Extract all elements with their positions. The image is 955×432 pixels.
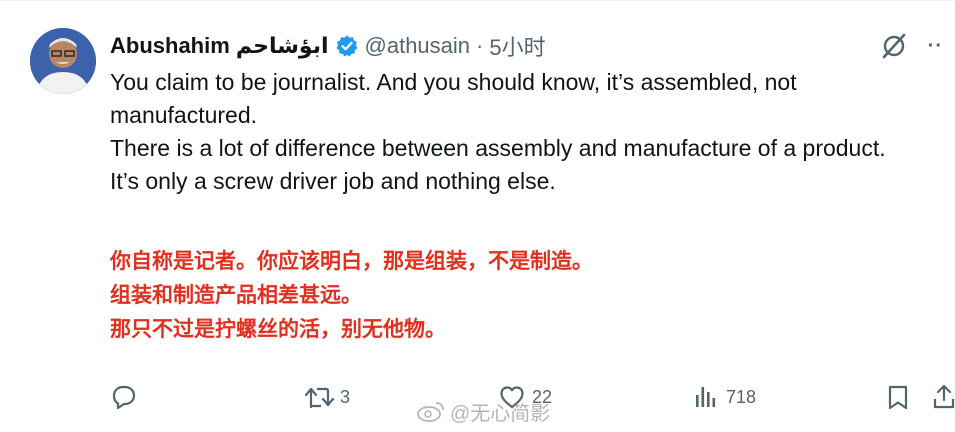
share-icon (933, 384, 955, 409)
reply-icon (112, 385, 136, 410)
author-handle[interactable]: @athusain (365, 33, 471, 59)
separator-dot: · (476, 33, 484, 58)
tweet-text-line: There is a lot of difference between ass… (110, 135, 886, 161)
watermark-text: @无心简影 (450, 402, 551, 425)
retweet-count: 3 (340, 386, 351, 407)
avatar-image (30, 28, 96, 94)
views-button[interactable]: 718 (692, 381, 756, 413)
tweet-text: You claim to be journalist. And you shou… (110, 66, 910, 198)
tweet-header: Abushahim ابؤشاحم @athusain · 5小时 (110, 31, 875, 61)
tweet-card[interactable]: Abushahim ابؤشاحم @athusain · 5小时 ·· You… (0, 0, 955, 432)
tweet-text-line: You claim to be journalist. And you shou… (110, 69, 797, 128)
verified-badge-icon (335, 34, 359, 58)
grok-icon[interactable] (880, 32, 908, 60)
reply-button[interactable] (110, 381, 138, 413)
translation-line: 组装和制造产品相差甚远。 (110, 284, 362, 307)
author-name[interactable]: Abushahim ابؤشاحم (110, 33, 329, 59)
retweet-icon (304, 387, 334, 409)
timestamp[interactable]: 5小时 (489, 30, 545, 62)
bookmark-button[interactable] (884, 381, 912, 413)
more-icon[interactable]: ·· (928, 35, 943, 58)
retweet-button[interactable]: 3 (304, 381, 350, 413)
weibo-icon (417, 402, 444, 422)
avatar[interactable] (30, 28, 96, 94)
tweet-text-line: It’s only a screw driver job and nothing… (110, 168, 556, 194)
translation-line: 你自称是记者。你应该明白，那是组装，不是制造。 (110, 250, 593, 273)
watermark: @无心简影 (416, 396, 550, 426)
share-button[interactable] (932, 381, 955, 413)
views-icon (696, 387, 716, 407)
bookmark-icon (888, 385, 908, 410)
translation-line: 那只不过是拧螺丝的活，别无他物。 (110, 318, 446, 341)
views-count: 718 (726, 386, 757, 407)
chinese-translation: 你自称是记者。你应该明白，那是组装，不是制造。 组装和制造产品相差甚远。 那只不… (110, 245, 910, 347)
top-right-controls: ·· (880, 31, 943, 61)
